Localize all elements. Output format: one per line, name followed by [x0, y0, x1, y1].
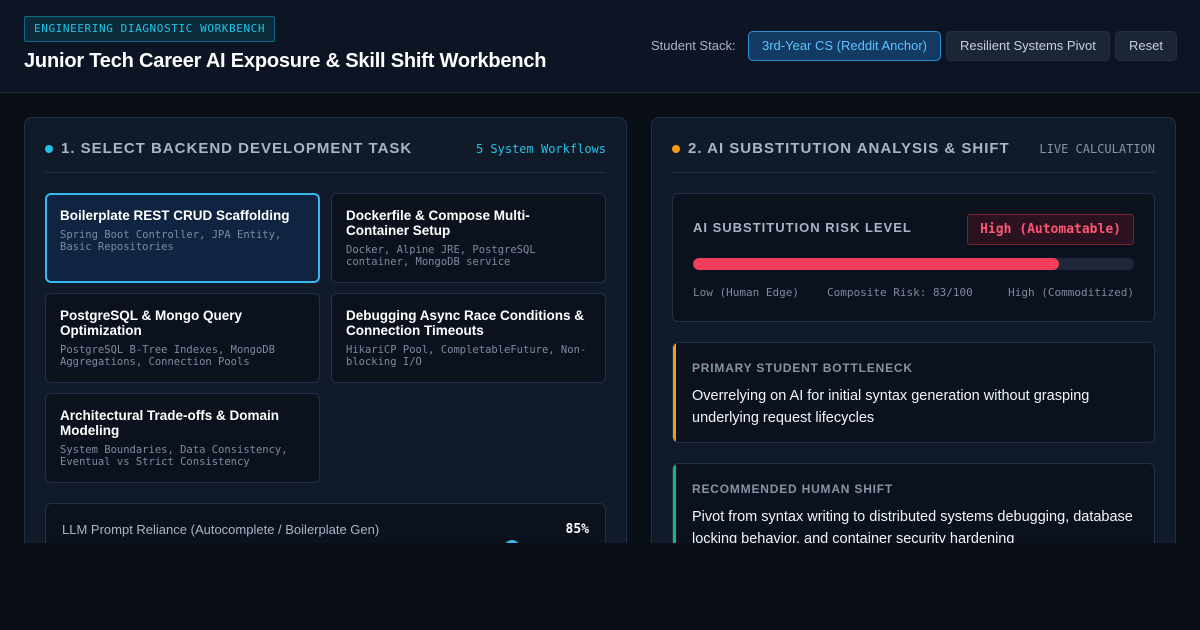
task-card-title: Boilerplate REST CRUD Scaffolding	[60, 208, 290, 223]
task-card-title: Dockerfile & Compose Multi-Container Set…	[346, 208, 530, 238]
risk-level-box: AI SUBSTITUTION RISK LEVEL High (Automat…	[672, 193, 1155, 322]
risk-scale-high: High (Commoditized)	[1008, 286, 1134, 299]
task-card-title: PostgreSQL & Mongo Query Optimization	[60, 308, 243, 338]
app-header: ENGINEERING DIAGNOSTIC WORKBENCH Junior …	[0, 0, 1200, 93]
risk-level-badge: High (Automatable)	[967, 214, 1134, 245]
task-card-title: Debugging Async Race Conditions & Connec…	[346, 308, 585, 338]
task-card-subtitle: Spring Boot Controller, JPA Entity, Basi…	[60, 229, 282, 253]
bottleneck-text: Overrelying on AI for initial syntax gen…	[692, 388, 1090, 426]
risk-scale-low: Low (Human Edge)	[693, 286, 799, 299]
workflow-count: 5 System Workflows	[475, 142, 606, 156]
bottleneck-box: PRIMARY STUDENT BOTTLENECK Overrelying o…	[672, 342, 1155, 443]
shift-accent-bar	[673, 464, 676, 543]
student-stack-label: Student Stack:	[651, 38, 736, 53]
shift-text: Pivot from syntax writing to distributed…	[692, 509, 1133, 543]
task-card-docker-compose[interactable]: Dockerfile & Compose Multi-Container Set…	[331, 193, 606, 283]
task-card-architecture[interactable]: Architectural Trade-offs & Domain Modeli…	[45, 393, 320, 483]
stack-button-3rd-year-cs[interactable]: 3rd-Year CS (Reddit Anchor)	[748, 31, 941, 61]
analysis-panel-header: 2. AI SUBSTITUTION ANALYSIS & SHIFT LIVE…	[672, 118, 1155, 173]
shift-title: RECOMMENDED HUMAN SHIFT	[692, 482, 894, 496]
risk-meter-track	[693, 258, 1134, 270]
main-content: 1. SELECT BACKEND DEVELOPMENT TASK 5 Sys…	[0, 93, 1200, 543]
slider-thumb[interactable]	[503, 540, 520, 543]
task-card-title: Architectural Trade-offs & Domain Modeli…	[60, 408, 280, 438]
bottleneck-accent-bar	[673, 343, 676, 442]
risk-level-label: AI SUBSTITUTION RISK LEVEL	[693, 220, 912, 235]
task-card-crud-scaffolding[interactable]: Boilerplate REST CRUD Scaffolding Spring…	[45, 193, 320, 283]
risk-scale-composite: Composite Risk: 83/100	[827, 286, 973, 299]
status-dot-icon	[672, 145, 680, 153]
workbench-badge: ENGINEERING DIAGNOSTIC WORKBENCH	[24, 16, 276, 42]
prompt-reliance-slider-box: LLM Prompt Reliance (Autocomplete / Boil…	[45, 503, 606, 543]
analysis-panel: 2. AI SUBSTITUTION ANALYSIS & SHIFT LIVE…	[651, 117, 1176, 543]
stack-button-resilient-systems[interactable]: Resilient Systems Pivot	[946, 31, 1110, 61]
status-dot-icon	[45, 145, 53, 153]
task-card-query-optimization[interactable]: PostgreSQL & Mongo Query Optimization Po…	[45, 293, 320, 383]
task-panel-header: 1. SELECT BACKEND DEVELOPMENT TASK 5 Sys…	[45, 118, 606, 173]
human-shift-box: RECOMMENDED HUMAN SHIFT Pivot from synta…	[672, 463, 1155, 543]
live-calculation-label: LIVE CALCULATION	[1039, 142, 1155, 156]
task-panel-title: 1. SELECT BACKEND DEVELOPMENT TASK	[61, 140, 413, 157]
reset-button[interactable]: Reset	[1115, 31, 1177, 61]
task-card-subtitle: PostgreSQL B-Tree Indexes, MongoDB Aggre…	[60, 344, 275, 368]
task-selection-panel: 1. SELECT BACKEND DEVELOPMENT TASK 5 Sys…	[24, 117, 627, 543]
slider-value: 85%	[565, 522, 589, 537]
task-card-subtitle: System Boundaries, Data Consistency, Eve…	[60, 444, 288, 468]
bottleneck-title: PRIMARY STUDENT BOTTLENECK	[692, 361, 913, 375]
analysis-panel-title: 2. AI SUBSTITUTION ANALYSIS & SHIFT	[688, 140, 1010, 157]
slider-label: LLM Prompt Reliance (Autocomplete / Boil…	[62, 522, 380, 537]
task-card-subtitle: HikariCP Pool, CompletableFuture, Non-bl…	[346, 344, 587, 368]
task-card-subtitle: Docker, Alpine JRE, PostgreSQL container…	[346, 244, 536, 268]
risk-meter-fill	[693, 258, 1060, 270]
task-card-async-debugging[interactable]: Debugging Async Race Conditions & Connec…	[331, 293, 606, 383]
page-title: Junior Tech Career AI Exposure & Skill S…	[24, 50, 547, 72]
